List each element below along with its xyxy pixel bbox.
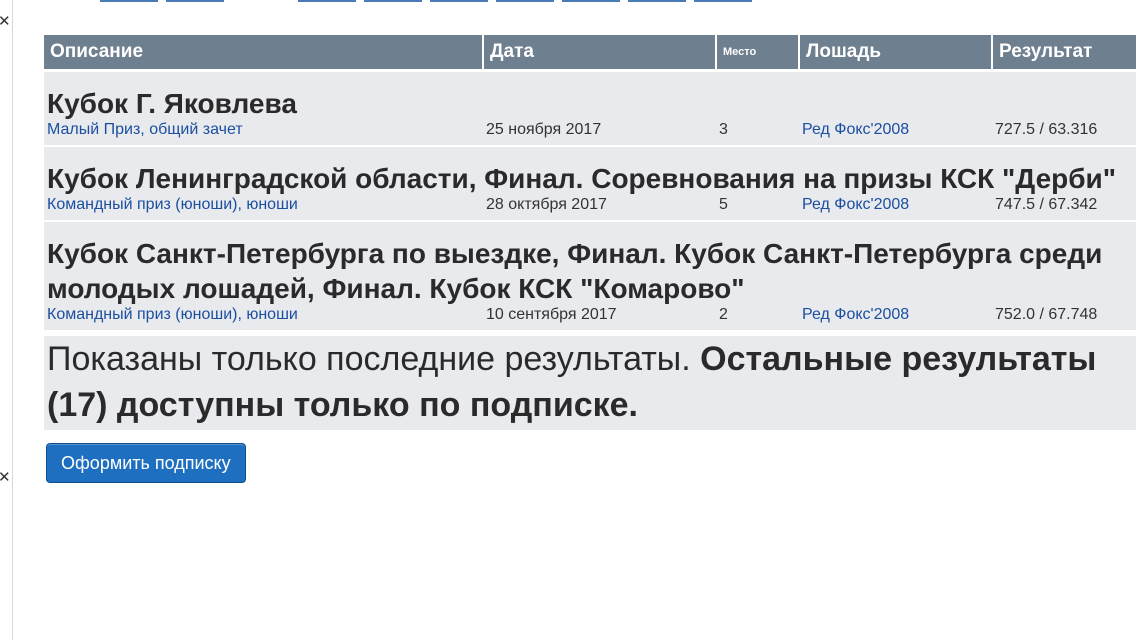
pager-link[interactable] [298, 0, 356, 2]
event-row: Кубок Ленинградской области, Финал. Соре… [44, 147, 1136, 196]
results-table: Описание Дата Место Лошадь Результат Куб… [44, 35, 1136, 330]
result-description-cell: Малый Приз, общий зачет [44, 121, 483, 145]
header-description[interactable]: Описание [44, 35, 484, 72]
result-date: 28 октября 2017 [483, 196, 716, 220]
result-description-cell: Командный приз (юноши), юноши [44, 306, 483, 330]
result-score: 727.5 / 63.316 [992, 121, 1136, 145]
result-place: 3 [716, 121, 799, 145]
result-date: 10 сентября 2017 [483, 306, 716, 330]
result-place: 5 [716, 196, 799, 220]
pager-link[interactable] [100, 0, 158, 2]
result-description-link[interactable]: Малый Приз, общий зачет [47, 121, 243, 138]
close-icon[interactable]: ✕ [0, 14, 11, 29]
event-title: Кубок Ленинградской области, Финал. Соре… [44, 147, 1136, 196]
horse-link[interactable]: Ред Фокс'2008 [802, 196, 909, 213]
result-horse-cell: Ред Фокс'2008 [799, 196, 992, 220]
header-result[interactable]: Результат [992, 35, 1136, 72]
result-score: 747.5 / 67.342 [992, 196, 1136, 220]
event-row: Кубок Санкт-Петербурга по выездке, Финал… [44, 222, 1136, 306]
result-description-link[interactable]: Командный приз (юноши), юноши [47, 196, 298, 213]
result-date: 25 ноября 2017 [483, 121, 716, 145]
close-icon[interactable]: ✕ [0, 470, 11, 485]
pager-link[interactable] [166, 0, 224, 2]
results-section: Описание Дата Место Лошадь Результат Куб… [44, 35, 1136, 483]
result-description-link[interactable]: Командный приз (юноши), юноши [47, 306, 298, 323]
result-row: Малый Приз, общий зачет 25 ноября 2017 3… [44, 121, 1136, 145]
horse-link[interactable]: Ред Фокс'2008 [802, 306, 909, 323]
horse-link[interactable]: Ред Фокс'2008 [802, 121, 909, 138]
result-row: Командный приз (юноши), юноши 28 октября… [44, 196, 1136, 220]
result-horse-cell: Ред Фокс'2008 [799, 306, 992, 330]
pager-link[interactable] [430, 0, 488, 2]
result-place: 2 [716, 306, 799, 330]
result-row: Командный приз (юноши), юноши 10 сентябр… [44, 306, 1136, 330]
pager-link[interactable] [496, 0, 554, 2]
pager-link[interactable] [694, 0, 752, 2]
header-date[interactable]: Дата [483, 35, 717, 72]
result-horse-cell: Ред Фокс'2008 [799, 121, 992, 145]
result-description-cell: Командный приз (юноши), юноши [44, 196, 483, 220]
left-sidebar-edge: ✕ ✕ [0, 0, 13, 640]
table-header-row: Описание Дата Место Лошадь Результат [44, 35, 1136, 72]
pager-link[interactable] [364, 0, 422, 2]
pager-link[interactable] [562, 0, 620, 2]
header-horse[interactable]: Лошадь [799, 35, 993, 72]
header-place[interactable]: Место [716, 35, 800, 72]
pager-link[interactable] [628, 0, 686, 2]
notice-text: Показаны только последние результаты. [47, 340, 701, 378]
event-title: Кубок Г. Яковлева [44, 70, 1136, 121]
subscribe-button[interactable]: Оформить подписку [46, 443, 246, 483]
subscription-notice: Показаны только последние результаты. Ос… [44, 336, 1136, 430]
event-title: Кубок Санкт-Петербурга по выездке, Финал… [44, 222, 1136, 306]
event-row: Кубок Г. Яковлева [44, 70, 1136, 121]
result-score: 752.0 / 67.748 [992, 306, 1136, 330]
